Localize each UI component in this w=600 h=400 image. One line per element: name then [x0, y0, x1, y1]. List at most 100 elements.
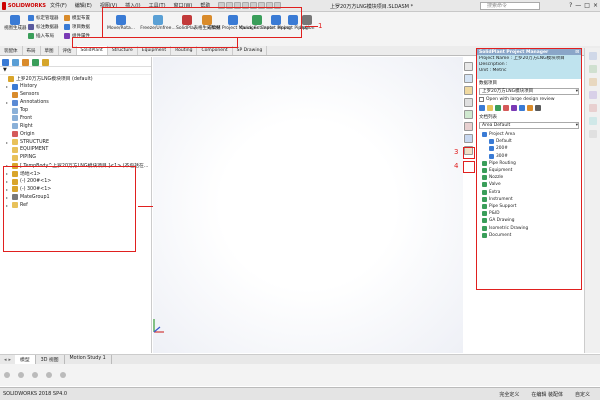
file-explorer-icon[interactable] — [464, 86, 473, 95]
document-tree-item[interactable]: Project Area — [480, 131, 581, 138]
menu-item[interactable]: 文件(F) — [46, 2, 71, 9]
tree-item[interactable]: Origin — [2, 130, 151, 138]
pan-icon[interactable] — [32, 372, 38, 378]
document-tree-item[interactable]: Nozzle — [480, 174, 581, 181]
tab-草图[interactable]: 草图 — [41, 46, 59, 55]
gear-icon — [302, 15, 312, 25]
view-controls — [0, 364, 600, 386]
status-custom[interactable]: 自定义 — [575, 391, 590, 398]
document-tree-item[interactable]: 300# — [480, 153, 581, 160]
document-tree-item[interactable]: Document — [480, 232, 581, 239]
project-select[interactable]: 上罗20万方LNG模块项目 ▾ — [479, 88, 579, 95]
feature-tree-tab-icon[interactable] — [2, 59, 9, 66]
command-item[interactable]: 插入布局 — [28, 33, 54, 39]
close-button[interactable]: × — [593, 2, 598, 9]
rotate-icon[interactable] — [18, 372, 24, 378]
property-tab-icon[interactable] — [12, 59, 19, 66]
solidplant-manager-icon[interactable] — [464, 134, 473, 143]
info-project-icon[interactable] — [535, 105, 541, 111]
display-style-icon[interactable] — [60, 372, 66, 378]
document-node-icon — [482, 196, 487, 202]
tab-布局[interactable]: 布局 — [23, 46, 41, 55]
tree-item[interactable]: ▸ Annotations — [2, 99, 151, 107]
pin-icon[interactable]: ⊡ — [575, 50, 579, 55]
tree-filter[interactable]: ▼ — [0, 67, 151, 75]
expand-arrow-icon[interactable]: ▸ — [6, 100, 10, 105]
document-tree-item[interactable]: Instrument — [480, 196, 581, 203]
design-library-icon[interactable] — [464, 74, 473, 83]
tree-item[interactable]: EQUIPMENT — [2, 146, 151, 154]
folder-icon[interactable] — [588, 78, 597, 86]
checkbox-box[interactable] — [479, 97, 484, 102]
maximize-button[interactable]: □ — [584, 2, 590, 9]
resources-icon[interactable] — [464, 62, 473, 71]
dimxpert-tab-icon[interactable] — [32, 59, 39, 66]
export-project-icon[interactable] — [527, 105, 533, 111]
solidworks-logo[interactable]: SOLIDWORKS — [2, 1, 46, 11]
tree-item[interactable]: PIPING — [2, 154, 151, 162]
document-tree-item[interactable]: Extra — [480, 189, 581, 196]
document-tree-item[interactable]: Pipe Support — [480, 203, 581, 210]
tab-装配体[interactable]: 装配体 — [0, 46, 23, 55]
tree-item[interactable]: 上罗20万方LNG模块项目 (default) — [2, 75, 151, 83]
expand-arrow-icon[interactable]: ▸ — [6, 84, 10, 89]
home-icon[interactable] — [588, 52, 597, 60]
tree-item[interactable]: ▸ STRUCTURE — [2, 138, 151, 146]
properties-icon[interactable] — [588, 117, 597, 125]
bottom-tab[interactable]: Motion Study 1 — [65, 355, 112, 364]
document-tree-item[interactable]: Isometric Drawing — [480, 224, 581, 231]
view-generator-button[interactable]: 视图生成器 — [4, 15, 27, 31]
document-tree-item[interactable]: Valve — [480, 181, 581, 188]
open-project-icon[interactable] — [487, 105, 493, 111]
config-tab-icon[interactable] — [22, 59, 29, 66]
refresh-project-icon[interactable] — [519, 105, 525, 111]
help-button[interactable]: ? — [569, 2, 572, 9]
expand-arrow-icon[interactable]: ▸ — [6, 140, 10, 145]
document-tree-item[interactable]: Default — [480, 138, 581, 145]
delete-project-icon[interactable] — [503, 105, 509, 111]
tree-item[interactable]: Front — [2, 114, 151, 122]
first-tab-icon[interactable]: ◂ — [4, 357, 7, 363]
new-project-icon[interactable] — [479, 105, 485, 111]
section-icon[interactable] — [46, 372, 52, 378]
zoom-icon[interactable] — [4, 372, 10, 378]
appearance-icon[interactable] — [588, 104, 597, 112]
minimize-button[interactable]: — — [575, 2, 581, 9]
display-tab-icon[interactable] — [42, 59, 49, 66]
graphics-area[interactable] — [153, 57, 463, 353]
command-item[interactable]: 标注数据器 — [28, 24, 59, 30]
tab-navigation: ◂ ▸ — [0, 357, 15, 363]
command-item[interactable]: 标定管理器 — [28, 15, 59, 21]
next-tab-icon[interactable]: ▸ — [9, 357, 12, 363]
view-icon[interactable] — [588, 91, 597, 99]
tree-item[interactable]: Top — [2, 107, 151, 115]
save-project-icon[interactable] — [495, 105, 501, 111]
gear-button[interactable]: Option — [299, 15, 315, 31]
custom-properties-icon[interactable] — [464, 122, 473, 131]
panel-tabs — [0, 57, 151, 67]
appearances-icon[interactable] — [464, 110, 473, 119]
settings-project-icon[interactable] — [511, 105, 517, 111]
search-input[interactable]: 搜索命令 — [480, 2, 540, 10]
tree-item[interactable]: Sensors — [2, 91, 151, 99]
document-tree-item[interactable]: P&ID — [480, 210, 581, 217]
view-palette-icon[interactable] — [464, 98, 473, 107]
tree-item[interactable]: Right — [2, 122, 151, 130]
bottom-tab[interactable]: 3D 视图 — [36, 355, 65, 364]
command-item[interactable]: 项目数据 — [64, 24, 90, 30]
command-item[interactable]: 模型布置 — [64, 15, 90, 21]
document-tree-item[interactable]: 200# — [480, 145, 581, 152]
forum-icon[interactable] — [588, 130, 597, 138]
document-tree-item[interactable]: GA Drawing — [480, 217, 581, 224]
menu-item[interactable]: 编辑(E) — [71, 2, 96, 9]
window-controls: ? — □ × — [569, 2, 598, 9]
library-icon[interactable] — [588, 65, 597, 73]
tree-item[interactable]: ▸ History — [2, 83, 151, 91]
document-tree-item[interactable]: Pipe Routing — [480, 160, 581, 167]
document-tree-item[interactable]: Equipment — [480, 167, 581, 174]
bottom-tab[interactable]: 模型 — [15, 355, 36, 364]
area-select[interactable]: Area Default ▾ — [479, 122, 579, 129]
document-tree-label: Nozzle — [489, 175, 504, 181]
large-design-review-checkbox[interactable]: Open with large design review — [477, 96, 581, 103]
document-tree-label: Instrument — [489, 196, 513, 202]
